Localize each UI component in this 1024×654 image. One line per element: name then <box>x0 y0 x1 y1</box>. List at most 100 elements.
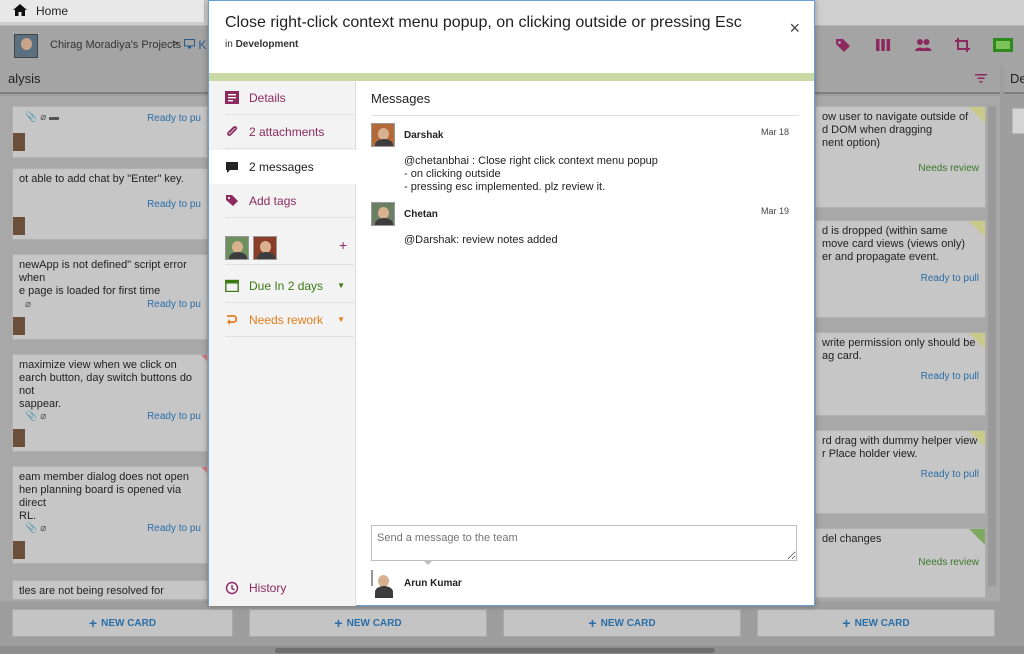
divider <box>371 115 799 116</box>
avatar <box>13 217 25 235</box>
sidebar-item-details[interactable]: Details <box>225 81 353 115</box>
card[interactable]: newApp is not defined" script error when… <box>12 254 208 340</box>
card-flag <box>969 221 985 237</box>
avatar[interactable] <box>225 235 249 260</box>
card[interactable]: tles are not being resolved for internal <box>12 580 208 600</box>
card-flag <box>201 355 207 361</box>
card-text: tles are not being resolved for internal <box>19 585 164 599</box>
card[interactable]: maximize view when we click on earch but… <box>12 354 208 452</box>
sidebar-item-attachments[interactable]: 2 attachments <box>225 115 353 149</box>
column-scrollbar[interactable] <box>988 106 996 586</box>
tag-icon <box>226 195 238 206</box>
card-meta-icons: 📎 ⌀ ▬ <box>25 112 60 123</box>
chevron-down-icon: ▼ <box>337 281 345 290</box>
list-name: Development <box>235 39 299 50</box>
card[interactable]: 📎 ⌀ ▬ Ready to pu <box>12 106 208 158</box>
column-title: alysis <box>8 71 41 86</box>
columns-icon <box>876 39 891 51</box>
card[interactable]: rd drag with dummy helper view r Place h… <box>815 430 986 514</box>
new-card-button[interactable]: + NEW CARD <box>503 609 741 637</box>
card-members <box>225 231 353 265</box>
card-flag <box>969 529 985 545</box>
card-text: rd drag with dummy helper view r Place h… <box>822 435 978 460</box>
sidebar-item-messages[interactable]: 2 messages <box>209 150 366 184</box>
new-card-button[interactable]: + NEW CARD <box>12 609 233 637</box>
scrollbar-thumb[interactable] <box>275 648 715 653</box>
message-item: Chetan Mar 19 @Darshak: review notes add… <box>371 202 799 252</box>
message-author: Chetan <box>404 209 438 220</box>
new-card-label: NEW CARD <box>346 617 402 629</box>
avatar[interactable] <box>253 235 277 260</box>
sidebar-item-rework[interactable]: Needs rework ▼ <box>225 303 353 337</box>
avatar <box>13 317 25 335</box>
add-member-button[interactable]: + <box>339 237 347 253</box>
card-status: Ready to pull <box>920 469 979 480</box>
avatar <box>13 541 25 559</box>
avatar <box>371 202 395 226</box>
rework-icon <box>227 315 238 325</box>
messages-title: Messages <box>371 91 431 106</box>
card-text: newApp is not defined" script error when… <box>19 259 187 297</box>
sidebar-item-label: 2 messages <box>249 160 314 174</box>
project-avatar <box>14 34 38 58</box>
review-column: ow user to navigate outside of d DOM whe… <box>815 96 1000 601</box>
avatar <box>371 123 395 147</box>
column-header-analysis: alysis <box>0 66 208 94</box>
card-meta-icons: 📎 ⌀ <box>25 411 47 422</box>
sidebar-item-label: 2 attachments <box>249 124 325 139</box>
new-card-button[interactable]: + NEW CARD <box>757 609 995 637</box>
card[interactable]: d is dropped (within same move card view… <box>815 220 986 318</box>
message-author: Darshak <box>404 130 444 141</box>
sidebar-item-label: Due In 2 days <box>249 278 324 293</box>
sidebar-item-tags[interactable]: Add tags <box>225 184 353 218</box>
plus-icon: + <box>334 615 343 631</box>
card[interactable]: eam member dialog does not open hen plan… <box>12 466 208 564</box>
message-input[interactable] <box>371 525 797 561</box>
sidebar-item-label: Add tags <box>249 193 297 208</box>
board-crumb-label: K <box>198 38 207 52</box>
close-button[interactable]: × <box>789 19 800 37</box>
modal-sidebar: Details 2 attachments 2 messages Add tag… <box>209 81 366 606</box>
message-date: Mar 18 <box>760 127 789 137</box>
members-button[interactable] <box>910 34 936 56</box>
card-text: ot able to add chat by "Enter" key. <box>19 173 184 185</box>
card-status: Ready to pu <box>147 113 201 124</box>
sidebar-item-label: Details <box>249 90 286 105</box>
card[interactable]: del changes Needs review <box>815 528 986 598</box>
tag-filter-button[interactable] <box>830 34 856 56</box>
card-flag <box>969 333 985 349</box>
new-card-label: NEW CARD <box>600 617 656 629</box>
project-name-link[interactable]: Chirag Moradiya's Projects <box>50 39 181 51</box>
home-label: Home <box>36 4 69 18</box>
filter-icon[interactable] <box>975 72 987 86</box>
history-icon <box>225 581 239 595</box>
sidebar-item-due-date[interactable]: Due In 2 days ▼ <box>225 269 353 303</box>
plus-icon: + <box>842 615 851 631</box>
avatar <box>13 133 25 151</box>
avatar <box>13 429 25 447</box>
crop-button[interactable] <box>950 34 976 56</box>
board-crumb[interactable]: K <box>184 38 206 52</box>
left-column: 📎 ⌀ ▬ Ready to pu ot able to add chat by… <box>0 96 208 601</box>
users-icon <box>915 39 932 51</box>
fullscreen-button[interactable] <box>990 34 1016 56</box>
calendar-icon <box>225 279 239 292</box>
card[interactable]: ow user to navigate outside of d DOM whe… <box>815 106 986 208</box>
sidebar-item-history[interactable]: History <box>225 581 286 595</box>
card-status: Needs review <box>918 163 979 174</box>
sidebar-item-label: History <box>249 581 287 595</box>
card[interactable]: ot able to add chat by "Enter" key. Read… <box>12 168 208 240</box>
home-tab[interactable]: Home <box>0 0 205 22</box>
new-card-button[interactable]: + NEW CARD <box>249 609 487 637</box>
card-status: Ready to pu <box>147 299 201 310</box>
card-title[interactable]: Close right-click context menu popup, on… <box>225 13 745 33</box>
card[interactable]: write permission only should be ag card.… <box>815 332 986 416</box>
paperclip-icon <box>227 126 238 136</box>
columns-view-button[interactable] <box>870 34 896 56</box>
avatar <box>371 570 373 586</box>
input-pointer <box>423 560 433 565</box>
column-title: De <box>1010 71 1024 86</box>
card-status: Needs review <box>918 557 979 568</box>
card-flag <box>969 107 985 123</box>
card-status: Ready to pu <box>147 199 201 210</box>
